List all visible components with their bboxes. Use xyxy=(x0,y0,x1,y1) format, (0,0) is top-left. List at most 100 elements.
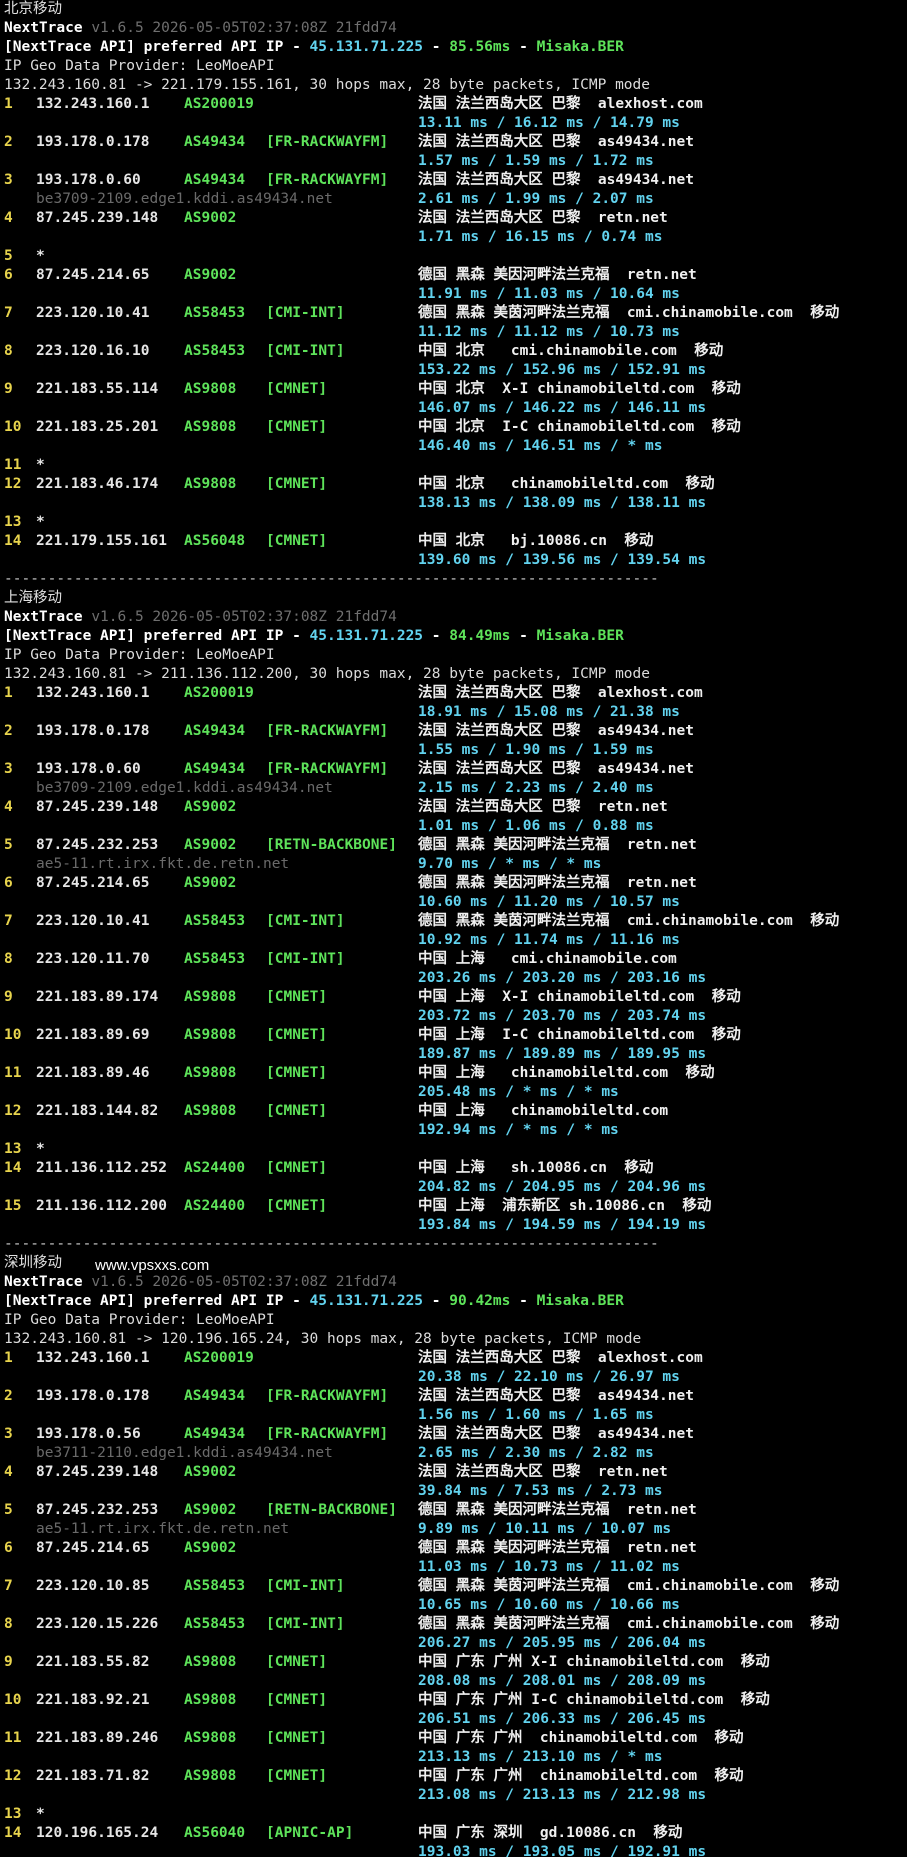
hop-geo: 中国 上海 sh.10086.cn 移动 xyxy=(418,1160,654,1176)
hop-asn: AS9808 xyxy=(184,1730,237,1746)
hop-row: 11 221.183.89.246 AS9808 [CMNET] 中国 广东 广州 ch… xyxy=(4,1729,907,1748)
hop-geo: 法国 法兰西岛大区 巴黎 as49434.net xyxy=(418,134,694,150)
hop-ip: 132.243.160.1 xyxy=(36,96,150,112)
hop-asn: AS49434 xyxy=(184,1426,246,1442)
hop-rtt: 204.82 ms / 204.95 ms / 204.96 ms xyxy=(418,1179,707,1195)
hop-rtt: 13.11 ms / 16.12 ms / 14.79 ms xyxy=(418,115,680,131)
hop-netname: [APNIC-AP] xyxy=(266,1825,354,1841)
hop-rtt: 11.91 ms / 11.03 ms / 10.64 ms xyxy=(418,286,680,302)
section-divider: ----------------------------------------… xyxy=(4,1235,907,1254)
hop-number: 8 xyxy=(4,951,13,967)
hop-geo: 法国 法兰西岛大区 巴黎 as49434.net xyxy=(418,1426,694,1442)
api-sep: - xyxy=(423,39,450,55)
hop-geo: 中国 北京 X-I chinamobileltd.com 移动 xyxy=(418,381,741,397)
hop-asn: AS24400 xyxy=(184,1160,246,1176)
api-line: [NextTrace API] preferred API IP - 45.13… xyxy=(4,1292,907,1311)
hop-row: 1 132.243.160.1 AS200019 法国 法兰西岛大区 巴黎 alexh… xyxy=(4,684,907,703)
hop-row: 1 132.243.160.1 AS200019 法国 法兰西岛大区 巴黎 alexh… xyxy=(4,1349,907,1368)
hop-geo: 中国 上海 chinamobileltd.com 移动 xyxy=(418,1065,715,1081)
hop-rtt: 146.40 ms / 146.51 ms / * ms xyxy=(418,438,663,454)
hop-row: 10 221.183.92.21 AS9808 [CMNET] 中国 广东 广州 I-C… xyxy=(4,1691,907,1710)
hop-number: 11 xyxy=(4,457,22,473)
hop-row: 4 87.245.239.148 AS9002 法国 法兰西岛大区 巴黎 retn.n… xyxy=(4,1463,907,1482)
hop-number: 4 xyxy=(4,1464,13,1480)
section-title-text: 北京移动 xyxy=(4,1,62,17)
hop-number: 2 xyxy=(4,1388,13,1404)
hop-detail-row: 139.60 ms / 139.56 ms / 139.54 ms xyxy=(4,551,907,570)
hop-number: 7 xyxy=(4,1578,13,1594)
hop-row: 7 223.120.10.41 AS58453 [CMI-INT] 德国 黑森 美茵河畔… xyxy=(4,304,907,323)
hop-asn: AS9808 xyxy=(184,989,237,1005)
hop-asn: AS58453 xyxy=(184,913,246,929)
hop-number: 1 xyxy=(4,96,13,112)
hop-number: 15 xyxy=(4,1198,22,1214)
hop-rtt: 10.60 ms / 11.20 ms / 10.57 ms xyxy=(418,894,680,910)
hop-rdns: ae5-11.rt.irx.fkt.de.retn.net xyxy=(36,856,290,872)
hop-row: 9 221.183.89.174 AS9808 [CMNET] 中国 上海 X-I ch… xyxy=(4,988,907,1007)
hop-geo: 法国 法兰西岛大区 巴黎 as49434.net xyxy=(418,761,694,777)
hop-detail-row: 146.40 ms / 146.51 ms / * ms xyxy=(4,437,907,456)
hop-asn: AS9002 xyxy=(184,1540,237,1556)
hop-netname: [FR-RACKWAYFM] xyxy=(266,1426,389,1442)
hop-row: 10 221.183.89.69 AS9808 [CMNET] 中国 上海 I-C ch… xyxy=(4,1026,907,1045)
hop-ip: 87.245.239.148 xyxy=(36,210,159,226)
api-prefix: [NextTrace API] preferred API IP - xyxy=(4,39,310,55)
hop-ip: 223.120.16.10 xyxy=(36,343,150,359)
hop-row: 11 * xyxy=(4,456,907,475)
api-prefix: [NextTrace API] preferred API IP - xyxy=(4,1293,310,1309)
api-sep: - xyxy=(423,628,450,644)
hop-number: 14 xyxy=(4,533,22,549)
hop-asn: AS58453 xyxy=(184,1616,246,1632)
api-sep: - xyxy=(510,628,537,644)
hop-ip: 193.178.0.178 xyxy=(36,134,150,150)
hop-number: 13 xyxy=(4,514,22,530)
hop-asn: AS58453 xyxy=(184,1578,246,1594)
trace-header: 132.243.160.81 -> 221.179.155.161, 30 ho… xyxy=(4,76,907,95)
api-ip: 45.131.71.225 xyxy=(309,628,424,644)
hop-row: 9 221.183.55.114 AS9808 [CMNET] 中国 北京 X-I ch… xyxy=(4,380,907,399)
hop-number: 9 xyxy=(4,1654,13,1670)
hop-geo: 中国 广东 广州 X-I chinamobileltd.com 移动 xyxy=(418,1654,770,1670)
hop-rtt: 213.13 ms / 213.10 ms / * ms xyxy=(418,1749,663,1765)
hop-detail-row: 1.01 ms / 1.06 ms / 0.88 ms xyxy=(4,817,907,836)
hop-number: 6 xyxy=(4,267,13,283)
hop-netname: [CMNET] xyxy=(266,1103,328,1119)
divider-text: ----------------------------------------… xyxy=(4,571,659,587)
api-ip: 45.131.71.225 xyxy=(309,1293,424,1309)
hop-ip: * xyxy=(36,457,45,473)
hop-ip: 87.245.214.65 xyxy=(36,1540,150,1556)
hop-netname: [CMI-INT] xyxy=(266,951,345,967)
hop-row: 5 87.245.232.253 AS9002 [RETN-BACKBONE] 德国 黑… xyxy=(4,1501,907,1520)
hop-number: 3 xyxy=(4,761,13,777)
hop-row: 12 221.183.144.82 AS9808 [CMNET] 中国 上海 china… xyxy=(4,1102,907,1121)
hop-netname: [CMI-INT] xyxy=(266,305,345,321)
hop-asn: AS200019 xyxy=(184,685,254,701)
hop-ip: 221.183.71.82 xyxy=(36,1768,150,1784)
hop-number: 9 xyxy=(4,989,13,1005)
api-pop: Misaka.BER xyxy=(536,1293,624,1309)
hop-detail-row: 13.11 ms / 16.12 ms / 14.79 ms xyxy=(4,114,907,133)
hop-number: 12 xyxy=(4,1768,22,1784)
hop-ip: 132.243.160.1 xyxy=(36,685,150,701)
hop-number: 2 xyxy=(4,723,13,739)
hop-geo: 德国 黑森 美因河畔法兰克福 retn.net xyxy=(418,1502,697,1518)
api-line: [NextTrace API] preferred API IP - 45.13… xyxy=(4,627,907,646)
divider-text: ----------------------------------------… xyxy=(4,1236,659,1252)
hop-ip: 193.178.0.60 xyxy=(36,761,141,777)
hop-row: 8 223.120.15.226 AS58453 [CMI-INT] 德国 黑森 美茵河… xyxy=(4,1615,907,1634)
hop-number: 9 xyxy=(4,381,13,397)
hop-row: 2 193.178.0.178 AS49434 [FR-RACKWAYFM] 法国 法兰… xyxy=(4,1387,907,1406)
hop-number: 10 xyxy=(4,1692,22,1708)
hop-rtt: 1.56 ms / 1.60 ms / 1.65 ms xyxy=(418,1407,654,1423)
hop-detail-row: 10.60 ms / 11.20 ms / 10.57 ms xyxy=(4,893,907,912)
hop-netname: [CMI-INT] xyxy=(266,343,345,359)
hop-detail-row: 18.91 ms / 15.08 ms / 21.38 ms xyxy=(4,703,907,722)
hop-row: 6 87.245.214.65 AS9002 德国 黑森 美因河畔法兰克福 retn.… xyxy=(4,1539,907,1558)
hop-geo: 德国 黑森 美茵河畔法兰克福 cmi.chinamobile.com 移动 xyxy=(418,1616,840,1632)
hop-geo: 中国 上海 浦东新区 sh.10086.cn 移动 xyxy=(418,1198,712,1214)
hop-number: 8 xyxy=(4,343,13,359)
hop-number: 6 xyxy=(4,875,13,891)
hop-ip: 223.120.15.226 xyxy=(36,1616,159,1632)
hop-number: 3 xyxy=(4,172,13,188)
hop-row: 6 87.245.214.65 AS9002 德国 黑森 美因河畔法兰克福 retn.… xyxy=(4,874,907,893)
